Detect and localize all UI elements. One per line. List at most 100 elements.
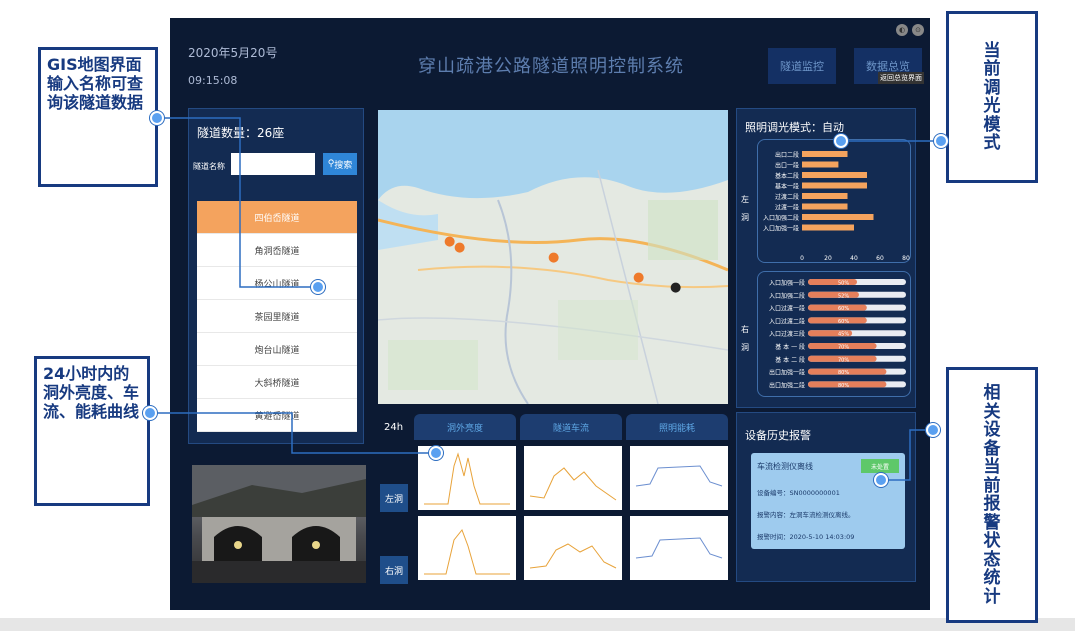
alarm-card[interactable]: 车流检测仪离线 未处置 设备编号：SN0000000001 报警内容：左洞车流检…	[751, 453, 905, 549]
bar	[802, 214, 874, 220]
alarm-time: 报警时间：2020-5-10 14:03:09	[757, 533, 855, 541]
bar-label: 出口二段	[775, 151, 799, 159]
search-input[interactable]	[231, 153, 315, 175]
bar-label: 基 本 二 段	[775, 356, 805, 364]
tunnel-monitor-button[interactable]: 隧道监控	[768, 48, 836, 84]
bar-value: 50%	[838, 281, 849, 287]
tunnel-list-item[interactable]: 黄避岙隧道	[197, 399, 357, 432]
tab-left-tunnel[interactable]: 左洞	[380, 484, 408, 512]
tunnel-list: 四伯岙隧道 角洞岙隧道 杨公山隧道 茶园里隧道 炮台山隧道 大斜桥隧道 黄避岙隧道	[197, 201, 357, 432]
tunnel-list-item[interactable]: 杨公山隧道	[197, 267, 357, 300]
minimize-icon[interactable]: ◐	[896, 24, 908, 36]
chart-traffic-right	[524, 516, 622, 580]
bar-value: 52%	[838, 293, 849, 299]
bar-label: 入口加强一段	[763, 225, 799, 233]
tunnel-list-item[interactable]: 茶园里隧道	[197, 300, 357, 333]
tunnel-list-item[interactable]: 角洞岙隧道	[197, 234, 357, 267]
bottom-bar	[0, 618, 1075, 631]
bar	[802, 193, 848, 199]
bar-label: 出口加强二段	[769, 381, 805, 389]
map-marker[interactable]: ●	[454, 240, 465, 255]
search-button-label: 搜索	[334, 160, 353, 171]
alarm-panel: 设备历史报警 车流检测仪离线 未处置 设备编号：SN0000000001 报警内…	[736, 412, 916, 582]
tunnel-list-item[interactable]: 四伯岙隧道	[197, 201, 357, 234]
tab-traffic-flow[interactable]: 隧道车流	[520, 414, 622, 440]
bar	[802, 172, 867, 178]
callout-dot	[143, 406, 157, 420]
chart-energy-left	[630, 446, 728, 510]
bar-label: 基本二段	[775, 172, 799, 180]
bar-label: 出口一段	[775, 162, 799, 170]
bar-label: 过渡一段	[775, 204, 799, 212]
callout-dot	[311, 280, 325, 294]
callout-text: 当前调光模式	[983, 40, 1001, 153]
axis-tick: 20	[824, 255, 832, 262]
callout-dot	[926, 423, 940, 437]
annotated-screenshot: ◐ ⊙ 2020年5月20号 09:15:08 穿山疏港公路隧道照明控制系统 隧…	[0, 0, 1075, 631]
bar-label: 入口过渡三段	[769, 330, 805, 338]
gis-map[interactable]: ● ● ● ● ●	[378, 110, 728, 404]
tunnel-name-label: 隧道名称	[193, 162, 225, 171]
bar-label: 基 本 一 段	[775, 343, 805, 351]
dimming-mode-title: 照明调光模式：自动	[745, 121, 844, 134]
axis-tick: 60	[876, 255, 884, 262]
callout-text: 相关设备当前报警状态统计	[983, 383, 1001, 607]
header-date: 2020年5月20号	[188, 46, 278, 60]
bar-value: 70%	[838, 345, 849, 351]
tunnel-list-item[interactable]: 大斜桥隧道	[197, 366, 357, 399]
page-title: 穿山疏港公路隧道照明控制系统	[418, 56, 684, 77]
left-tunnel-dimming-chart: 出口二段 出口一段 基本二段 基本一段 过渡二段 过渡一段 入口加强二段 入口加强一段 0 20 4…	[757, 139, 911, 263]
right-tunnel-label: 右洞	[741, 325, 749, 352]
axis-tick: 80	[902, 255, 910, 262]
bar-value: 80%	[838, 370, 849, 376]
header-time: 09:15:08	[188, 74, 238, 87]
callout-dot	[934, 134, 948, 148]
alarm-device-name: 车流检测仪离线	[757, 462, 813, 471]
callout-curves: 24小时内的洞外亮度、车流、能耗曲线	[34, 356, 150, 506]
search-button[interactable]: ⚲ 搜索	[323, 153, 357, 175]
bar	[802, 182, 867, 189]
bar	[802, 161, 839, 168]
bar-value: 45%	[838, 332, 849, 338]
chart-traffic-left	[524, 446, 622, 510]
bar-label: 入口加强一段	[769, 279, 805, 287]
bar-value: 70%	[838, 357, 849, 363]
tunnel-list-panel: 隧道数量：26座 隧道名称 ⚲ 搜索 四伯岙隧道 角洞岙隧道 杨公山隧道 茶园里隧道炮…	[188, 108, 364, 444]
tunnel-count: 隧道数量：26座	[197, 126, 285, 140]
bar-value: 60%	[838, 306, 849, 312]
callout-dot	[874, 473, 888, 487]
bar-label: 基本一段	[775, 183, 799, 191]
alarm-device-no: 设备编号：SN0000000001	[757, 489, 840, 497]
tab-energy[interactable]: 照明能耗	[626, 414, 728, 440]
callout-dot	[834, 134, 848, 148]
callout-gis: GIS地图界面输入名称可查询该隧道数据	[38, 47, 158, 187]
callout-alarm: 相关设备当前报警状态统计	[946, 367, 1038, 623]
map-marker[interactable]: ●	[548, 250, 559, 265]
chart-energy-right	[630, 516, 728, 580]
bar-label: 入口过渡二段	[769, 317, 805, 325]
bar	[802, 203, 848, 210]
dashboard-screen: ◐ ⊙ 2020年5月20号 09:15:08 穿山疏港公路隧道照明控制系统 隧…	[170, 18, 930, 610]
map-marker-selected[interactable]: ●	[670, 280, 681, 295]
alarm-status-badge[interactable]: 未处置	[861, 459, 899, 473]
tab-outdoor-brightness[interactable]: 洞外亮度	[414, 414, 516, 440]
callout-dimming: 当前调光模式	[946, 11, 1038, 183]
right-tunnel-dimming-chart: 入口加强一段 50% 入口加强二段 52% 入口过渡一段 60% 入口过渡二段 60% 入口过渡…	[757, 271, 911, 397]
bar-value: 60%	[838, 319, 849, 325]
bar	[802, 224, 854, 231]
bar	[808, 291, 859, 298]
bar-value: 80%	[838, 383, 849, 389]
left-tunnel-label: 左洞	[741, 195, 749, 222]
map-marker[interactable]: ●	[633, 270, 644, 285]
bar-label: 入口加强二段	[763, 214, 799, 222]
tunnel-list-item[interactable]: 炮台山隧道	[197, 333, 357, 366]
bar-label: 过渡二段	[775, 193, 799, 201]
tab-24h[interactable]: 24h	[384, 422, 403, 433]
curves-24h-panel: 24h 洞外亮度 隧道车流 照明能耗 左洞 右洞	[374, 412, 730, 584]
chart-brightness-right	[418, 516, 516, 580]
bar	[808, 279, 857, 285]
tunnel-entrance-photo	[192, 465, 366, 583]
fullscreen-icon[interactable]: ⊙	[912, 24, 924, 36]
tab-right-tunnel[interactable]: 右洞	[380, 556, 408, 584]
tooltip: 返回总览界面	[878, 72, 924, 84]
